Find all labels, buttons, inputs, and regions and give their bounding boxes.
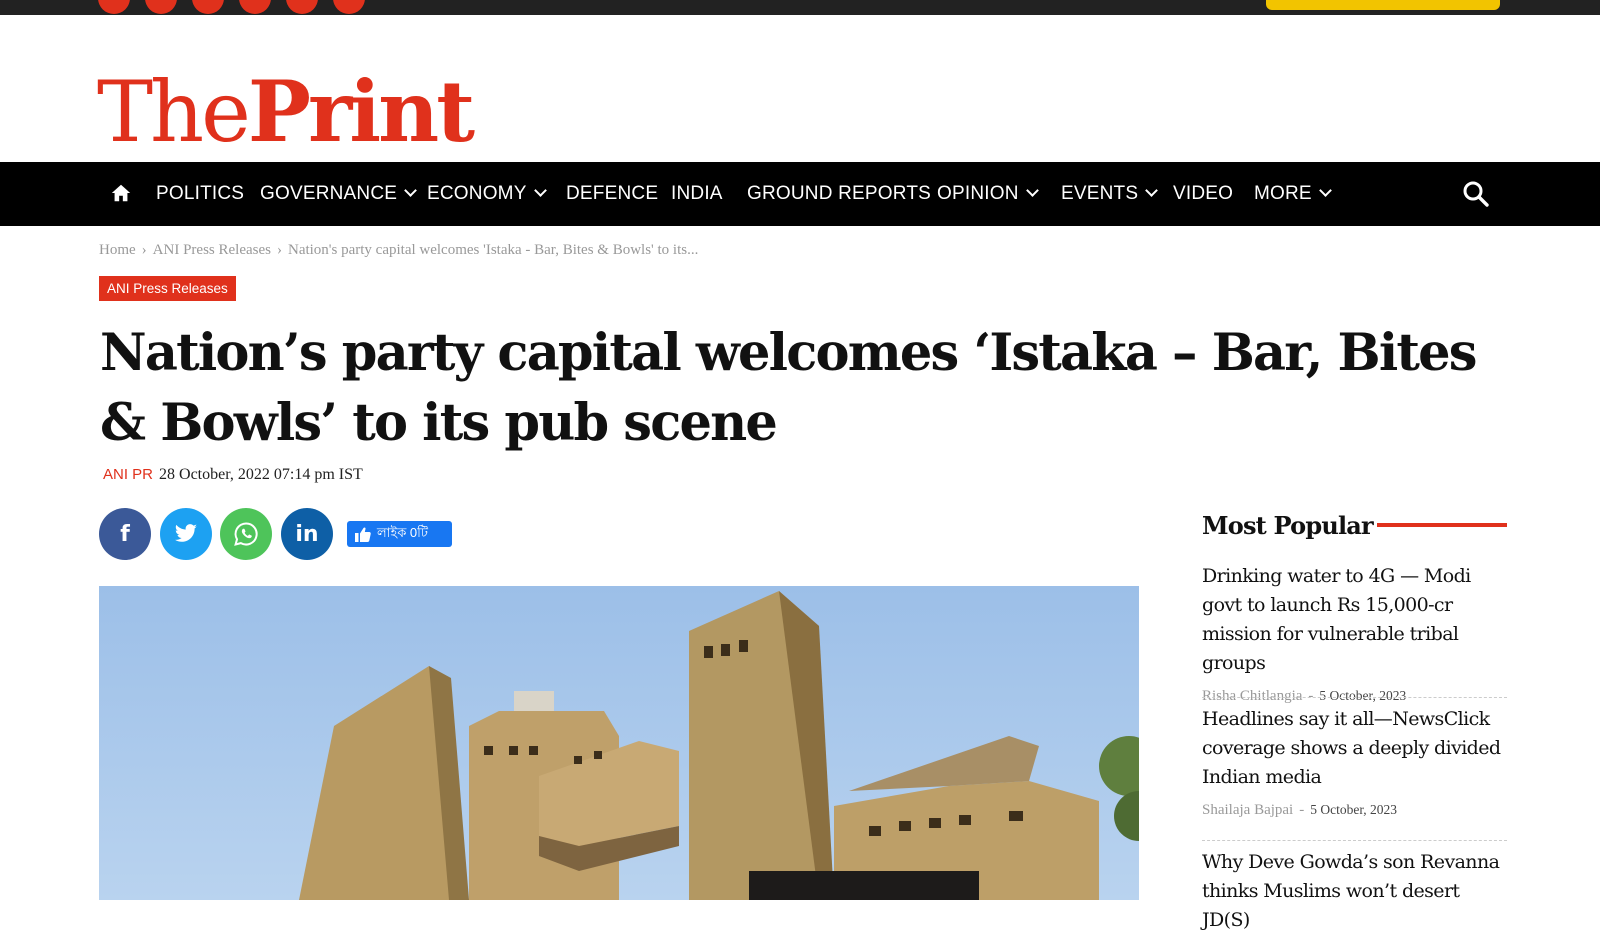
author-link[interactable]: ANI PR	[103, 466, 153, 483]
share-linkedin-button[interactable]: in	[281, 508, 333, 560]
top-bar	[0, 0, 1600, 15]
chevron-down-icon	[1318, 184, 1332, 197]
home-icon[interactable]	[110, 182, 132, 204]
facebook-social-icon[interactable]	[98, 0, 130, 14]
popular-item[interactable]: Drinking water to 4G — Modi govt to laun…	[1202, 562, 1507, 705]
nav-economy[interactable]: ECONOMY	[427, 162, 547, 226]
like-label: লাইক 0টি	[377, 524, 428, 540]
nav-politics[interactable]: POLITICS	[156, 162, 244, 226]
site-logo[interactable]: ThePrint	[97, 70, 475, 155]
search-icon[interactable]	[1462, 180, 1490, 208]
nav-ground-reports[interactable]: GROUND REPORTS	[747, 162, 931, 226]
breadcrumb-category[interactable]: ANI Press Releases	[153, 242, 271, 258]
category-badge[interactable]: ANI Press Releases	[99, 276, 236, 301]
popular-item-title[interactable]: Headlines say it all—NewsClick coverage …	[1202, 705, 1507, 792]
breadcrumb-sep: ›	[141, 242, 147, 258]
byline: ANI PR 28 October, 2022 07:14 pm IST	[103, 466, 363, 484]
pinterest-social-icon[interactable]	[239, 0, 271, 14]
meta-sep: -	[1299, 802, 1305, 818]
facebook-like-button[interactable]: লাইক 0টি	[347, 521, 452, 547]
popular-item-meta: Shailaja Bajpai -5 October, 2023	[1202, 802, 1507, 819]
logo-print: Print	[247, 62, 475, 161]
popular-item-author[interactable]: Shailaja Bajpai	[1202, 802, 1293, 818]
publish-date: 28 October, 2022 07:14 pm IST	[159, 466, 363, 483]
youtube-social-icon[interactable]	[333, 0, 365, 14]
share-whatsapp-button[interactable]	[220, 508, 272, 560]
meta-sep: -	[1308, 688, 1314, 704]
nav-more[interactable]: MORE	[1254, 162, 1332, 226]
popular-item[interactable]: Why Deve Gowda’s son Revanna thinks Musl…	[1202, 848, 1507, 935]
popular-item-date: 5 October, 2023	[1310, 802, 1398, 817]
chevron-down-icon	[404, 184, 418, 197]
chevron-down-icon	[1025, 184, 1039, 197]
breadcrumb-current: Nation's party capital welcomes 'Istaka …	[287, 242, 699, 258]
divider	[1202, 840, 1507, 841]
sidebar-title-rule	[1377, 523, 1507, 527]
logo-the: The	[97, 63, 251, 161]
share-facebook-button[interactable]: f	[99, 508, 151, 560]
chevron-down-icon	[533, 184, 547, 197]
breadcrumb: Home › ANI Press Releases › Nation's party c…	[99, 242, 698, 259]
subscribe-button[interactable]	[1266, 0, 1500, 10]
breadcrumb-sep: ›	[276, 242, 282, 258]
twitter-social-icon[interactable]	[145, 0, 177, 14]
whatsapp-icon	[234, 522, 258, 546]
popular-item-author[interactable]: Risha Chitlangia	[1202, 688, 1302, 704]
thumbs-up-icon	[355, 527, 371, 542]
nav-opinion[interactable]: OPINION	[937, 162, 1039, 226]
nav-video[interactable]: VIDEO	[1173, 162, 1233, 226]
chevron-down-icon	[1145, 184, 1159, 197]
nav-governance[interactable]: GOVERNANCE	[260, 162, 418, 226]
sidebar-title: Most Popular	[1202, 511, 1374, 540]
hero-image	[99, 586, 1139, 900]
nav-events[interactable]: EVENTS	[1061, 162, 1159, 226]
popular-item[interactable]: Headlines say it all—NewsClick coverage …	[1202, 705, 1507, 819]
instagram-social-icon[interactable]	[192, 0, 224, 14]
nav-defence[interactable]: DEFENCE	[566, 162, 658, 226]
main-nav: POLITICS GOVERNANCE ECONOMY DEFENCE INDI…	[0, 162, 1600, 226]
popular-item-date: 5 October, 2023	[1319, 688, 1407, 703]
popular-item-title[interactable]: Why Deve Gowda’s son Revanna thinks Musl…	[1202, 848, 1507, 935]
divider	[1202, 697, 1507, 698]
nav-india[interactable]: INDIA	[671, 162, 723, 226]
article-title: Nation’s party capital welcomes ‘Istaka …	[100, 323, 1478, 453]
linkedin-social-icon[interactable]	[286, 0, 318, 14]
linkedin-icon: in	[295, 521, 319, 547]
popular-item-title[interactable]: Drinking water to 4G — Modi govt to laun…	[1202, 562, 1507, 678]
breadcrumb-home[interactable]: Home	[99, 242, 136, 258]
twitter-icon	[174, 524, 197, 542]
facebook-icon: f	[120, 521, 130, 547]
share-twitter-button[interactable]	[160, 508, 212, 560]
